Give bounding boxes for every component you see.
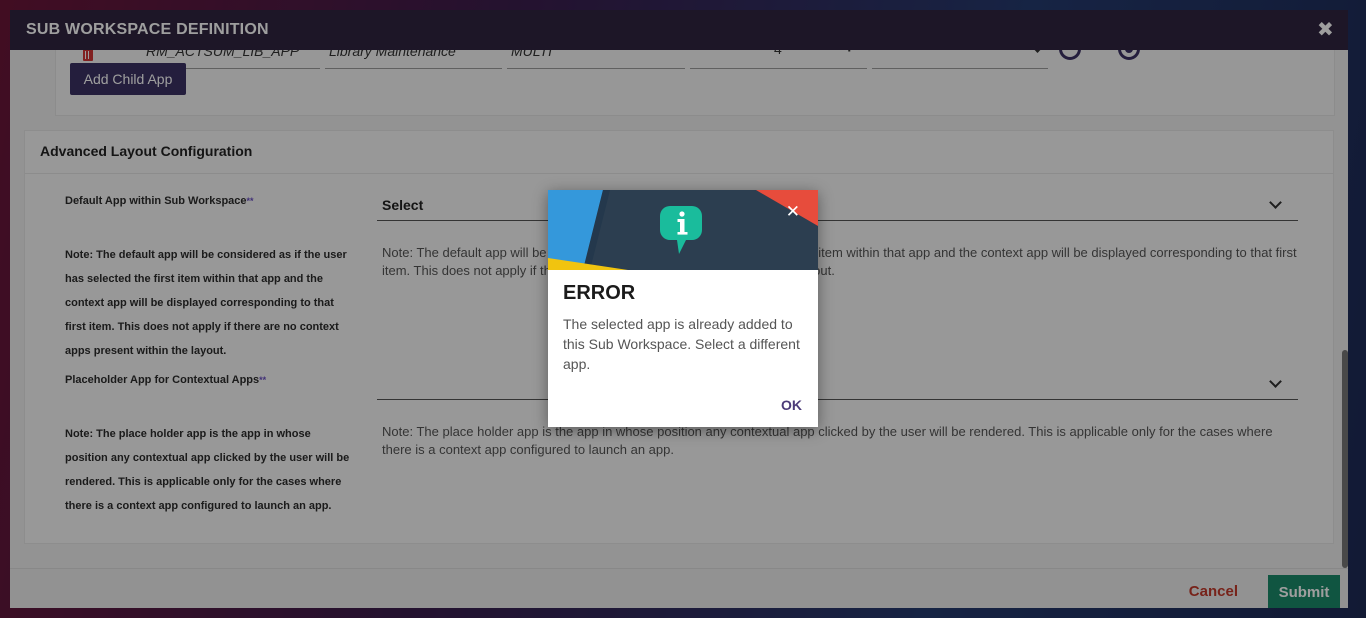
dialog-message: The selected app is already added to thi… — [563, 316, 800, 372]
error-dialog: ✕ ERROR The selected app is already adde… — [548, 190, 818, 427]
dialog-close-icon[interactable]: ✕ — [786, 203, 800, 220]
ok-button[interactable]: OK — [781, 397, 802, 413]
dialog-banner — [548, 190, 818, 270]
dialog-title: ERROR — [563, 282, 636, 304]
